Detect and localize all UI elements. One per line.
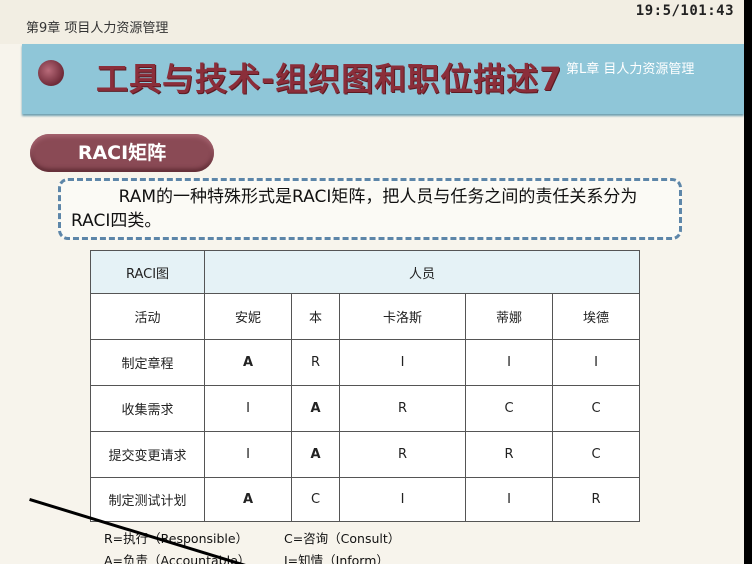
banner-subtitle: 第L章 目人力资源管理 xyxy=(566,62,695,77)
raci-table: RACI图 人员 活动 安妮 本 卡洛斯 蒂娜 埃德 制定章程 A R I I … xyxy=(90,250,641,522)
raci-cell: C xyxy=(290,477,341,522)
raci-cell: C xyxy=(551,431,641,478)
raci-cell: R xyxy=(339,431,466,478)
legend-i: I=知情（Inform） xyxy=(283,553,389,564)
person-name: 蒂娜 xyxy=(464,293,553,340)
raci-cell: I xyxy=(551,339,641,386)
bullet-icon xyxy=(38,60,64,86)
legend-a: A=负责（Accountable） xyxy=(104,553,251,564)
playback-clock: 19:5/101:43 xyxy=(635,3,734,19)
right-edge xyxy=(744,0,752,564)
raci-cell: I xyxy=(339,339,466,386)
table-header-row: RACI图 人员 xyxy=(90,250,640,294)
raci-cell: A xyxy=(204,477,292,522)
corner-cell: RACI图 xyxy=(90,250,205,294)
description-text: RAM的一种特殊形式是RACI矩阵，把人员与任务之间的责任关系分为RACI四类。 xyxy=(71,187,638,231)
table-row: 制定测试计划 A C I I R xyxy=(90,477,641,522)
table-row: 提交变更请求 I A R R C xyxy=(90,431,641,478)
raci-cell: R xyxy=(551,477,641,522)
people-row: 活动 安妮 本 卡洛斯 蒂娜 埃德 xyxy=(90,293,641,340)
activity-name: 提交变更请求 xyxy=(90,431,205,478)
activity-name: 制定章程 xyxy=(90,339,205,386)
person-name: 安妮 xyxy=(204,293,292,340)
slide-title: 工具与技术-组织图和职位描述7 xyxy=(96,60,563,98)
raci-cell: C xyxy=(551,385,641,432)
person-name: 卡洛斯 xyxy=(339,293,466,340)
raci-cell: A xyxy=(290,431,341,478)
section-pill-label: RACI矩阵 xyxy=(77,142,167,164)
activity-name: 收集需求 xyxy=(90,385,205,432)
chapter-label: 第9章 项目人力资源管理 xyxy=(26,21,169,36)
people-header: 人员 xyxy=(204,250,640,294)
description-box: RAM的一种特殊形式是RACI矩阵，把人员与任务之间的责任关系分为RACI四类。 xyxy=(58,178,682,240)
raci-cell: I xyxy=(204,431,292,478)
activity-header: 活动 xyxy=(90,293,205,340)
raci-cell: R xyxy=(290,339,341,386)
raci-cell: I xyxy=(339,477,466,522)
raci-cell: I xyxy=(464,339,553,386)
raci-cell: R xyxy=(339,385,466,432)
raci-cell: I xyxy=(464,477,553,522)
table-row: 收集需求 I A R C C xyxy=(90,385,641,432)
table-row: 制定章程 A R I I I xyxy=(90,339,641,386)
raci-cell: R xyxy=(464,431,553,478)
legend-c: C=咨询（Consult） xyxy=(283,531,401,546)
person-name: 本 xyxy=(290,293,341,340)
raci-cell: A xyxy=(204,339,292,386)
raci-cell: I xyxy=(204,385,292,432)
raci-cell: A xyxy=(290,385,341,432)
slide: 第9章 项目人力资源管理 19:5/101:43 工具与技术-组织图和职位描述7… xyxy=(0,0,744,564)
legend-line-2: A=负责（Accountable） I=知情（Inform） xyxy=(104,550,389,564)
raci-cell: C xyxy=(464,385,553,432)
activity-name: 制定测试计划 xyxy=(90,477,205,522)
section-pill: RACI矩阵 xyxy=(30,134,214,172)
person-name: 埃德 xyxy=(551,293,641,340)
